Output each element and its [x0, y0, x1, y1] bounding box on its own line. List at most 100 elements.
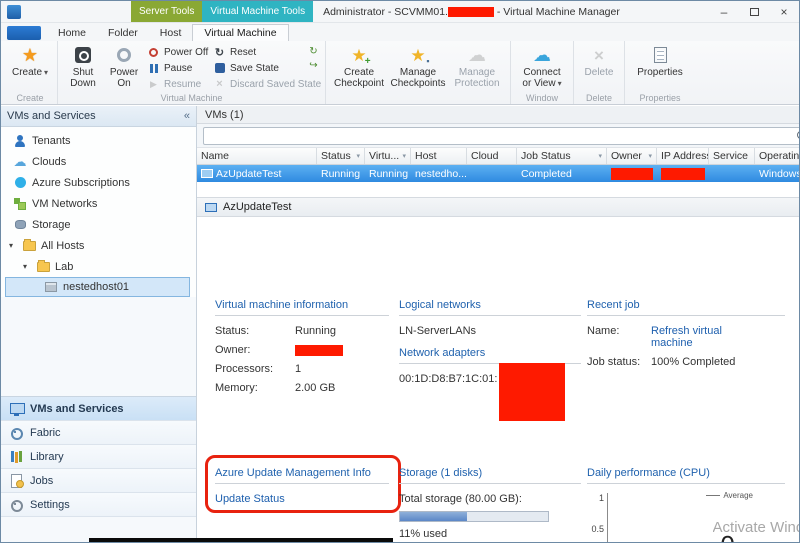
column-cloud[interactable]: Cloud	[467, 148, 517, 164]
sidebar-item-all-hosts[interactable]: ▾All Hosts	[1, 235, 196, 256]
group-label-create: Create	[3, 93, 57, 104]
minimize-button[interactable]: –	[709, 1, 739, 22]
tab-host[interactable]: Host	[149, 25, 193, 41]
nav-vms-and-services[interactable]: VMs and Services	[1, 397, 196, 421]
redaction-owner-detail	[295, 345, 343, 356]
field-label: Name:	[587, 325, 651, 349]
transfer-mini-button[interactable]: ↪	[306, 58, 321, 72]
create-button[interactable]: ★ Create▾	[7, 43, 53, 93]
tab-virtual-machine[interactable]: Virtual Machine	[192, 24, 288, 41]
tree-item-label: Azure Subscriptions	[32, 177, 130, 189]
storage-header: Storage (1 disks)	[399, 467, 581, 484]
main-panel: VMs (1) Name Status▾ Virtu...▾ Host Clou…	[197, 106, 800, 542]
create-checkpoint-icon: ★+	[351, 45, 366, 65]
manage-protection-button[interactable]: ☁ Manage Protection	[448, 43, 506, 93]
window-title-suffix: - Virtual Machine Manager	[494, 6, 620, 18]
storage-label: Total storage (80.00 GB):	[399, 493, 581, 505]
expander-icon[interactable]: ▾	[9, 241, 17, 250]
contextual-tab-server-tools[interactable]: Server Tools	[131, 1, 202, 22]
create-checkpoint-button[interactable]: ★+ Create Checkpoint	[330, 43, 388, 93]
column-host[interactable]: Host	[411, 148, 467, 164]
state-small-column: ↻Reset Save State ×Discard Saved State	[210, 43, 306, 92]
reset-button[interactable]: ↻Reset	[210, 44, 306, 60]
resume-icon: ▶	[147, 78, 160, 91]
properties-button[interactable]: Properties	[629, 43, 691, 93]
sidebar-item-nestedhost01[interactable]: nestedhost01	[5, 277, 190, 297]
column-operating-system[interactable]: Operatin...▾	[755, 148, 800, 164]
column-ip-address[interactable]: IP Address	[657, 148, 709, 164]
section-azure-update: Azure Update Management Info Update Stat…	[215, 467, 389, 505]
folder-icon	[22, 239, 36, 253]
nav-settings[interactable]: Settings	[1, 493, 196, 517]
ribbon-group-properties: Properties Properties	[625, 41, 695, 104]
sidebar-item-clouds[interactable]: ☁Clouds	[1, 151, 196, 172]
sidebar-filler	[1, 297, 196, 396]
section-storage: Storage (1 disks) Total storage (80.00 G…	[399, 467, 581, 540]
vms-and-services-icon	[9, 402, 24, 416]
ribbon-group-delete: × Delete Delete	[574, 41, 625, 104]
column-status[interactable]: Status▾	[317, 148, 365, 164]
delete-button[interactable]: × Delete	[578, 43, 620, 93]
filter-arrow-icon: ▾	[354, 152, 360, 160]
contextual-tab-virtual-machine-tools[interactable]: Virtual Machine Tools	[202, 1, 313, 22]
tab-folder[interactable]: Folder	[97, 25, 149, 41]
shut-down-button[interactable]: Shut Down	[62, 43, 104, 93]
save-state-button[interactable]: Save State	[210, 60, 306, 76]
legend-label: Average	[723, 491, 753, 500]
search-icon[interactable]	[797, 131, 800, 141]
group-label-delete: Delete	[574, 93, 624, 104]
backstage-button[interactable]	[7, 26, 41, 40]
field-value: 1	[295, 363, 389, 375]
y-tick: 1	[599, 493, 604, 503]
sidebar-item-tenants[interactable]: Tenants	[1, 130, 196, 151]
storage-icon	[13, 218, 27, 232]
discard-saved-state-button[interactable]: ×Discard Saved State	[210, 76, 306, 92]
vm-table-header: Name Status▾ Virtu...▾ Host Cloud Job St…	[197, 148, 800, 165]
update-status-link[interactable]: Update Status	[215, 493, 389, 505]
app-icon[interactable]	[7, 5, 21, 19]
column-service[interactable]: Service	[709, 148, 755, 164]
close-button[interactable]: ×	[769, 1, 799, 22]
redaction-ip	[661, 168, 705, 180]
filter-arrow-icon: ▾	[596, 152, 602, 160]
pause-button[interactable]: Pause	[144, 60, 210, 76]
storage-progress-fill	[400, 512, 467, 521]
save-state-label: Save State	[230, 63, 279, 74]
vm-table-row-azupdatetest[interactable]: AzUpdateTest Running Running nestedho...…	[197, 165, 800, 182]
plus-badge-icon: +	[365, 56, 371, 67]
nav-jobs[interactable]: Jobs	[1, 469, 196, 493]
maximize-button[interactable]	[739, 1, 769, 22]
connect-or-view-button[interactable]: ☁ Connect or View▾	[515, 43, 569, 93]
logical-networks-header: Logical networks	[399, 299, 581, 316]
column-virtual[interactable]: Virtu...▾	[365, 148, 411, 164]
sidebar-nav: VMs and Services Fabric Library Jobs Set…	[1, 396, 196, 517]
sidebar-item-storage[interactable]: Storage	[1, 214, 196, 235]
column-name[interactable]: Name	[197, 148, 317, 164]
cell-owner	[607, 168, 657, 180]
column-owner[interactable]: Owner▾	[607, 148, 657, 164]
column-label: IP Address	[661, 150, 709, 162]
recent-job-link[interactable]: Refresh virtual machine	[651, 325, 747, 349]
refresh-mini-button[interactable]: ↻	[306, 44, 321, 58]
column-label: Owner	[611, 150, 642, 162]
nav-fabric[interactable]: Fabric	[1, 421, 196, 445]
section-logical-networks: Logical networks LN-ServerLANs	[399, 299, 581, 337]
sidebar-item-lab[interactable]: ▾Lab	[1, 256, 196, 277]
vm-info-header: Virtual machine information	[215, 299, 389, 316]
resume-button[interactable]: ▶Resume	[144, 76, 210, 92]
collapse-sidebar-icon[interactable]: «	[184, 110, 190, 122]
power-off-button[interactable]: Power Off	[144, 44, 210, 60]
sidebar-item-azure-subscriptions[interactable]: Azure Subscriptions	[1, 172, 196, 193]
manage-checkpoints-button[interactable]: ★▪ Manage Checkpoints	[388, 43, 448, 93]
vm-search-input[interactable]	[203, 127, 800, 145]
tab-home[interactable]: Home	[47, 25, 97, 41]
tree-item-label: Tenants	[32, 135, 71, 147]
column-job-status[interactable]: Job Status▾	[517, 148, 607, 164]
sidebar-tree: Tenants ☁Clouds Azure Subscriptions VM N…	[1, 127, 196, 297]
storage-used: 11% used	[399, 528, 581, 540]
expander-icon[interactable]: ▾	[23, 262, 31, 271]
sidebar-item-vm-networks[interactable]: VM Networks	[1, 193, 196, 214]
field-label: Owner:	[215, 344, 295, 356]
power-on-button[interactable]: Power On	[104, 43, 144, 93]
nav-library[interactable]: Library	[1, 445, 196, 469]
